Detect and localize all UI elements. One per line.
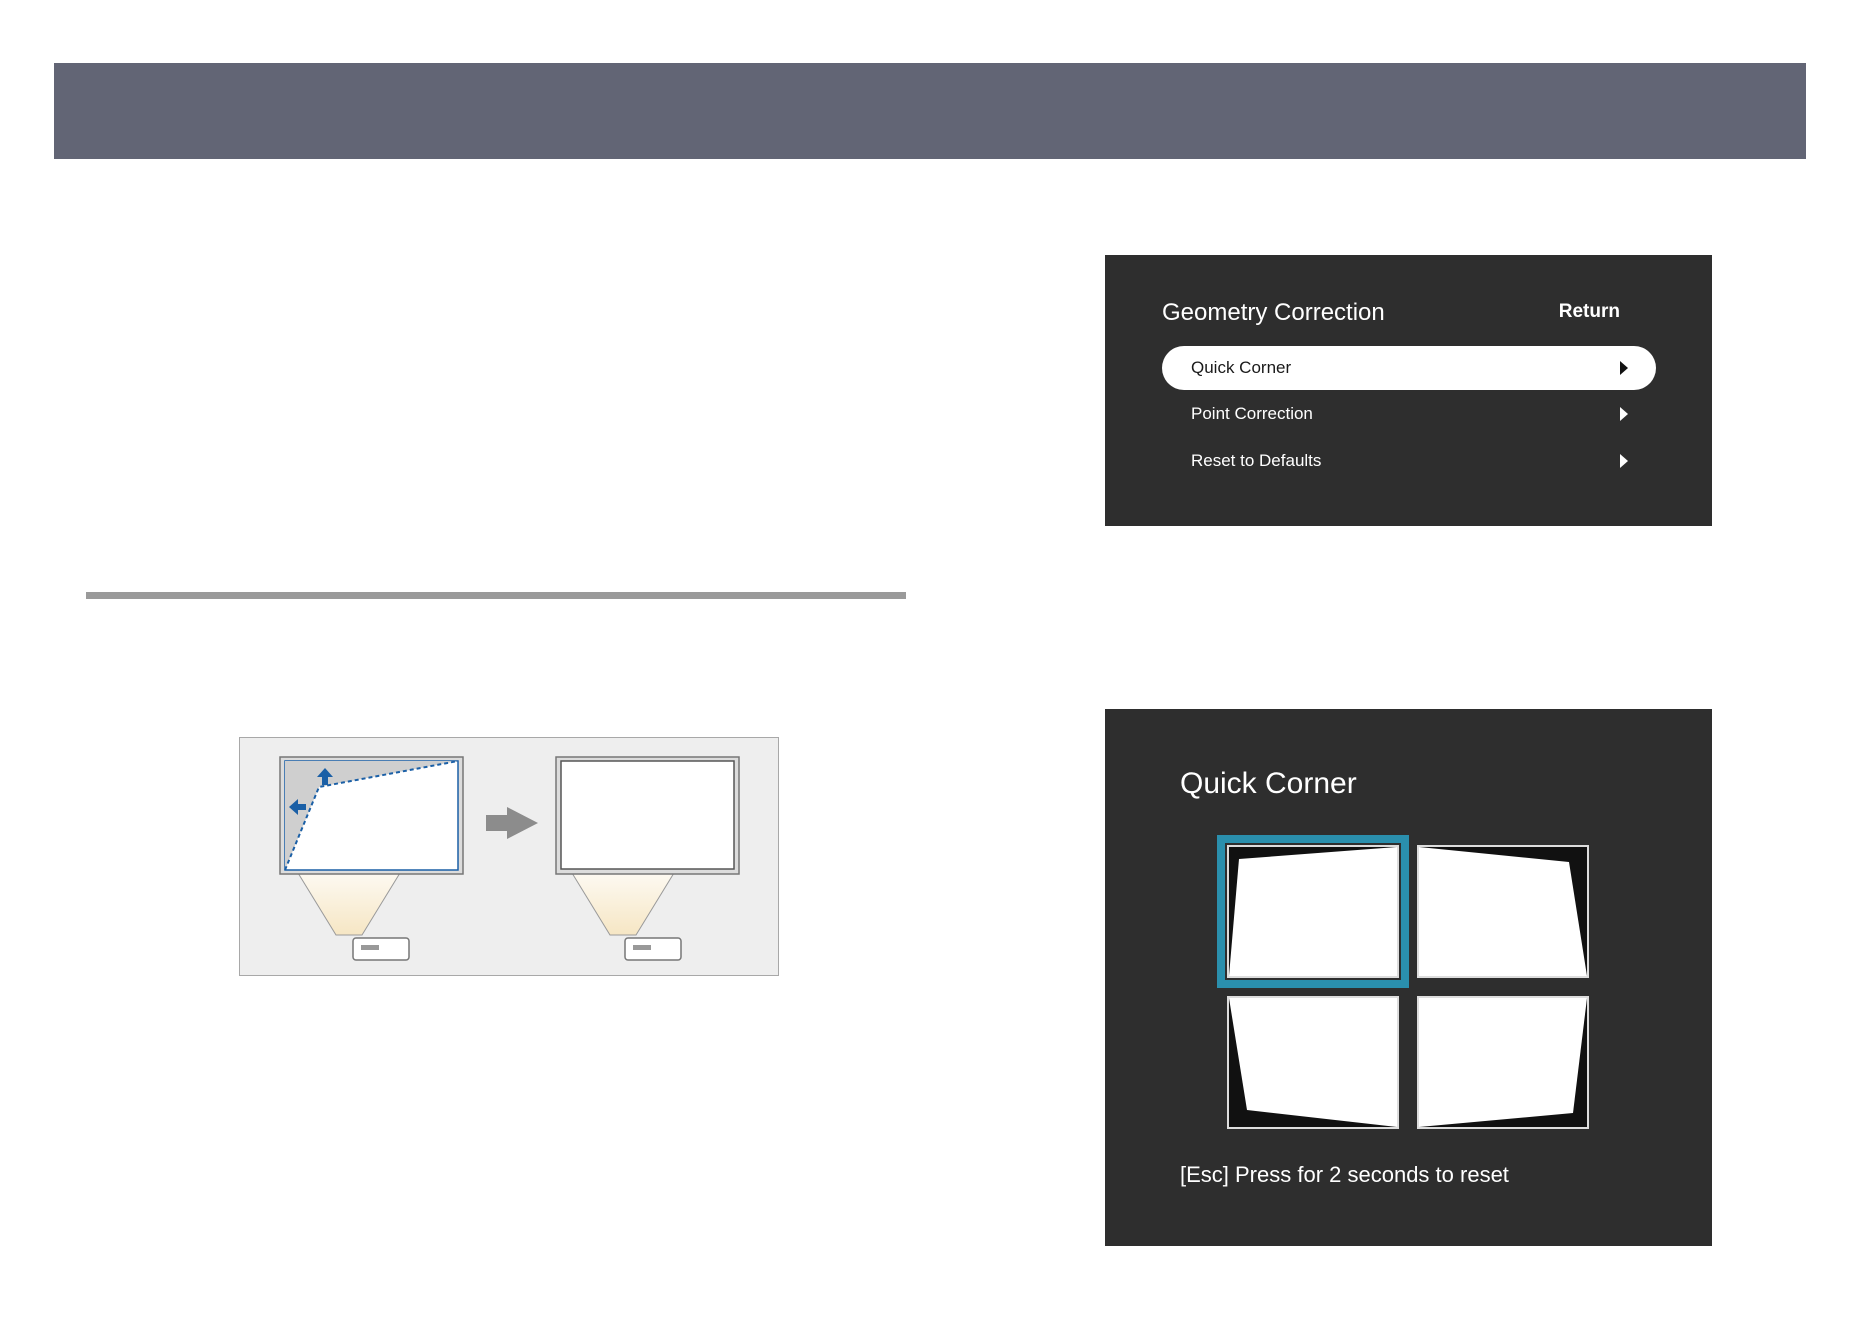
quick-corner-title: Quick Corner: [1180, 767, 1357, 800]
corner-tile-top-left[interactable]: [1217, 835, 1409, 988]
section-divider: [86, 592, 906, 599]
menu-item-label: Reset to Defaults: [1191, 451, 1322, 470]
menu-title: Geometry Correction: [1162, 299, 1385, 326]
quick-corner-panel: Quick Corner [Esc] Press for 2 seconds t…: [1105, 709, 1712, 1246]
chevron-right-icon: [1620, 361, 1628, 375]
reset-hint: [Esc] Press for 2 seconds to reset: [1180, 1162, 1509, 1187]
menu-item-label: Point Correction: [1191, 404, 1313, 423]
menu-item-point-correction[interactable]: Point Correction: [1162, 392, 1656, 436]
chevron-right-icon: [1620, 407, 1628, 421]
corner-tile-bottom-right[interactable]: [1417, 996, 1589, 1129]
header-band: [54, 63, 1806, 159]
keystone-illustration: [239, 737, 779, 976]
menu-item-label: Quick Corner: [1191, 358, 1292, 377]
keystone-illustration-graphic: [239, 737, 779, 976]
return-button[interactable]: Return: [1559, 301, 1620, 323]
geometry-correction-menu: Geometry Correction Return Quick Corner …: [1105, 255, 1712, 526]
corner-tile-bottom-left[interactable]: [1227, 996, 1399, 1129]
menu-item-quick-corner[interactable]: Quick Corner: [1162, 346, 1656, 390]
chevron-right-icon: [1620, 454, 1628, 468]
menu-item-reset-to-defaults[interactable]: Reset to Defaults: [1162, 439, 1656, 483]
corner-tile-top-right[interactable]: [1417, 845, 1589, 978]
